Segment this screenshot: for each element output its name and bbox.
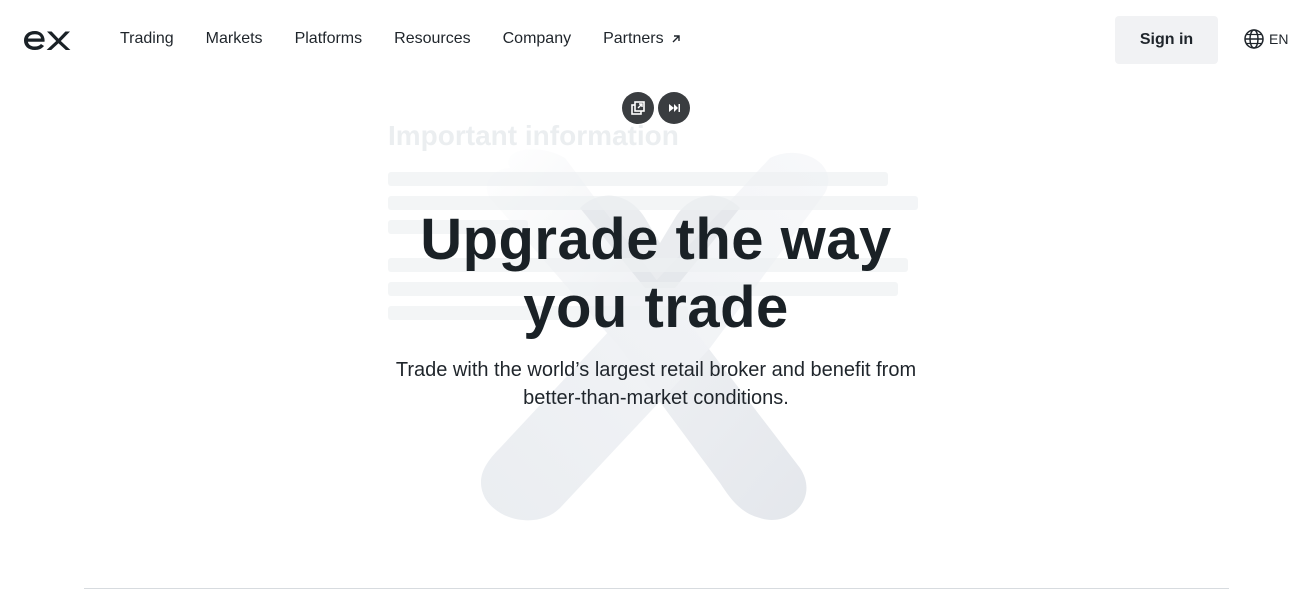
subline-line: Trade with the world’s largest retail br… xyxy=(395,359,917,381)
globe-icon xyxy=(1244,29,1264,49)
nav-item-markets[interactable]: Markets xyxy=(206,28,263,50)
skip-forward-button[interactable] xyxy=(658,92,690,124)
popout-icon xyxy=(631,101,645,115)
headline-line: you trade xyxy=(523,275,789,340)
external-arrow-icon xyxy=(672,35,680,43)
hero-headline: Upgrade the way you trade xyxy=(306,206,1006,342)
popout-button[interactable] xyxy=(622,92,654,124)
nav-label: Partners xyxy=(603,30,664,47)
sign-in-button[interactable]: Sign in xyxy=(1115,16,1218,64)
hero-subheadline: Trade with the world’s largest retail br… xyxy=(356,356,956,412)
nav-label: Company xyxy=(502,30,572,47)
headline-line: Upgrade the way xyxy=(420,207,892,272)
overlay-line xyxy=(388,172,888,186)
main-nav: Trading Markets Platforms Resources Comp… xyxy=(120,28,714,50)
nav-item-resources[interactable]: Resources xyxy=(394,28,470,50)
language-label: EN xyxy=(1269,31,1289,47)
section-divider xyxy=(84,588,1229,589)
nav-item-platforms[interactable]: Platforms xyxy=(295,28,363,50)
exness-logo[interactable] xyxy=(22,26,74,54)
nav-item-trading[interactable]: Trading xyxy=(120,28,174,50)
nav-label: Markets xyxy=(205,30,263,47)
nav-item-partners[interactable]: Partners xyxy=(603,28,681,50)
nav-item-company[interactable]: Company xyxy=(503,28,571,50)
language-selector[interactable]: EN xyxy=(1243,28,1288,50)
nav-label: Resources xyxy=(394,30,471,47)
site-header: Trading Markets Platforms Resources Comp… xyxy=(0,0,1312,80)
skip-forward-icon xyxy=(669,104,680,112)
overlay-title: Important information xyxy=(388,120,679,151)
nav-label: Platforms xyxy=(294,30,363,47)
subline-line: better-than-market conditions. xyxy=(523,387,789,409)
nav-label: Trading xyxy=(120,30,174,47)
